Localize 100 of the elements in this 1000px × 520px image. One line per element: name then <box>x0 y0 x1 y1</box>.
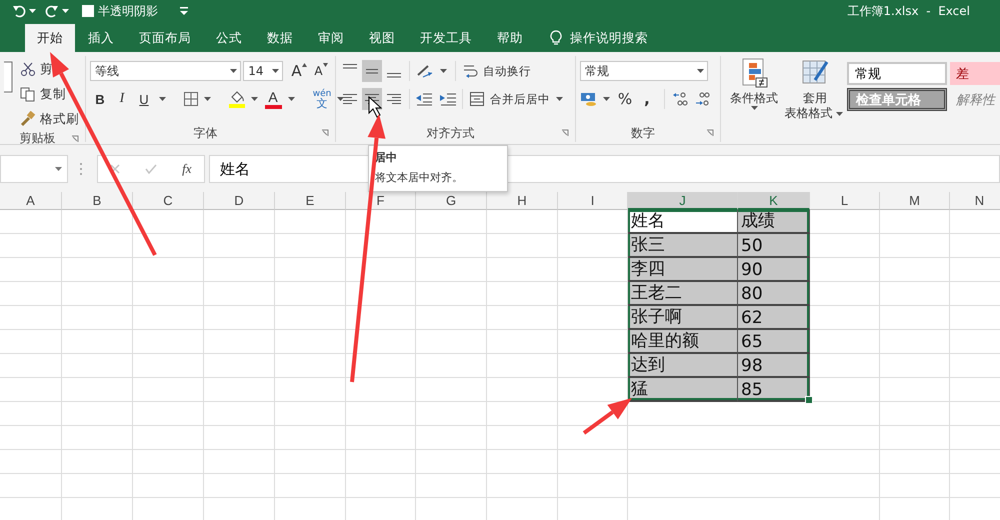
column-header[interactable]: A <box>0 192 62 210</box>
table-cell: 哈里的额 <box>628 330 738 354</box>
caret-icon[interactable] <box>29 9 36 13</box>
ribbon-tab[interactable]: 公式 <box>204 24 254 52</box>
insert-function-button[interactable]: fx <box>182 161 192 177</box>
caret-icon[interactable] <box>251 97 258 101</box>
merge-cells-icon <box>469 91 485 107</box>
merge-center-button[interactable]: 合并后居中 <box>468 88 551 110</box>
dialog-launcher-icon[interactable] <box>561 129 569 137</box>
italic-button[interactable]: I <box>112 88 132 110</box>
column-header[interactable]: K <box>738 192 810 210</box>
table-cell: 姓名 <box>628 210 738 234</box>
more-icon[interactable] <box>79 162 83 176</box>
align-left-icon <box>343 94 357 104</box>
table-cell: 90 <box>738 258 810 282</box>
column-header[interactable]: L <box>810 192 880 210</box>
caret-icon[interactable] <box>55 167 62 171</box>
conditional-formatting-button[interactable]: 条件格式 <box>725 52 783 144</box>
clipboard-button[interactable]: 格式刷 <box>18 108 81 130</box>
ribbon-tab[interactable]: 审阅 <box>306 24 356 52</box>
currency-icon[interactable] <box>580 91 598 107</box>
cell-style-normal[interactable]: 常规 <box>847 62 947 85</box>
column-header[interactable]: G <box>416 192 487 210</box>
caret-icon[interactable] <box>556 97 563 101</box>
redo-icon[interactable] <box>45 4 59 18</box>
number-format-dropdown[interactable]: 常规 <box>580 61 708 81</box>
column-header[interactable]: C <box>133 192 204 210</box>
format-as-table-button[interactable]: 套用 表格格式 <box>783 52 847 144</box>
fill-handle[interactable] <box>805 396 813 404</box>
clipboard-button[interactable]: 复制 <box>18 83 81 105</box>
percent-button[interactable]: % <box>615 88 635 110</box>
ribbon-tab[interactable]: 视图 <box>357 24 407 52</box>
column-header[interactable]: H <box>487 192 558 210</box>
clipboard-button[interactable]: 剪 <box>18 58 81 80</box>
caret-icon[interactable] <box>440 69 447 73</box>
comma-style-button[interactable]: , <box>637 88 657 110</box>
dialog-launcher-icon[interactable] <box>321 129 329 137</box>
caret-icon[interactable] <box>230 69 238 73</box>
cancel-icon[interactable] <box>110 164 120 174</box>
wrap-text-icon <box>462 63 478 79</box>
cell-style-bad[interactable]: 差 <box>950 62 1000 85</box>
underline-button[interactable]: U <box>134 88 154 110</box>
align-middle-button[interactable] <box>362 60 382 82</box>
group-label: 字体 <box>194 124 218 142</box>
align-top-icon <box>343 64 357 69</box>
column-header[interactable]: F <box>346 192 416 210</box>
caret-icon[interactable] <box>337 97 344 101</box>
caret-icon[interactable] <box>159 97 166 101</box>
tell-me-search[interactable]: 操作说明搜索 <box>570 30 648 46</box>
ribbon-tab[interactable]: 开发工具 <box>408 24 484 52</box>
table-cell: 80 <box>738 282 810 306</box>
font-size-dropdown[interactable]: 14 <box>243 61 283 81</box>
ribbon-tab[interactable]: 数据 <box>255 24 305 52</box>
increase-indent-icon[interactable] <box>439 91 457 107</box>
caret-icon[interactable] <box>697 69 704 73</box>
table-cell: 张三 <box>628 234 738 258</box>
cursor-icon <box>368 96 382 118</box>
dialog-launcher-icon[interactable] <box>71 134 79 142</box>
caret-icon[interactable] <box>62 9 69 13</box>
caret-icon[interactable] <box>288 97 295 101</box>
font-name-dropdown[interactable]: 等线 <box>90 61 242 81</box>
align-right-icon <box>387 94 401 104</box>
caret-icon[interactable] <box>836 112 842 116</box>
column-header[interactable]: M <box>880 192 950 210</box>
font-color-button[interactable]: A <box>263 88 283 110</box>
scissors-icon <box>20 61 36 77</box>
column-header[interactable]: E <box>275 192 346 210</box>
wrap-text-button[interactable]: 自动换行 <box>461 60 532 82</box>
ribbon-tab[interactable]: 开始 <box>25 24 75 52</box>
paintbrush-icon <box>20 111 36 127</box>
dialog-launcher-icon[interactable] <box>706 129 714 137</box>
table-cell: 猛 <box>628 378 738 402</box>
window-title: 工作簿1.xlsx - Excel <box>847 2 970 20</box>
caret-icon[interactable] <box>603 97 610 101</box>
text-orientation-icon[interactable] <box>415 63 435 79</box>
customize-icon[interactable] <box>180 7 188 15</box>
caret-icon[interactable] <box>750 106 758 110</box>
borders-icon[interactable] <box>183 91 199 107</box>
group-label: 对齐方式 <box>426 124 474 142</box>
ribbon-tab[interactable]: 页面布局 <box>127 24 203 52</box>
ribbon-tab[interactable]: 插入 <box>76 24 126 52</box>
caret-icon[interactable] <box>272 69 279 73</box>
decrease-decimal-icon[interactable] <box>694 91 710 107</box>
ribbon-tab[interactable]: 帮助 <box>485 24 535 52</box>
caret-icon[interactable] <box>204 97 211 101</box>
column-header[interactable]: N <box>950 192 1000 210</box>
fill-color-icon[interactable] <box>228 90 246 108</box>
checkbox[interactable] <box>82 5 94 17</box>
increase-decimal-icon[interactable] <box>672 91 688 107</box>
phonetic-button[interactable]: wén 文 <box>312 88 332 110</box>
column-header[interactable]: D <box>204 192 275 210</box>
undo-icon[interactable] <box>12 4 26 18</box>
grow-font-button[interactable]: A <box>289 60 309 82</box>
bold-button[interactable]: B <box>90 88 110 110</box>
column-header[interactable]: I <box>558 192 628 210</box>
shrink-font-button[interactable]: A <box>311 60 331 82</box>
column-header[interactable]: B <box>62 192 133 210</box>
column-header[interactable]: J <box>628 192 738 210</box>
cell-style-explanatory[interactable]: 解释性 <box>950 88 1000 111</box>
decrease-indent-icon[interactable] <box>415 91 433 107</box>
